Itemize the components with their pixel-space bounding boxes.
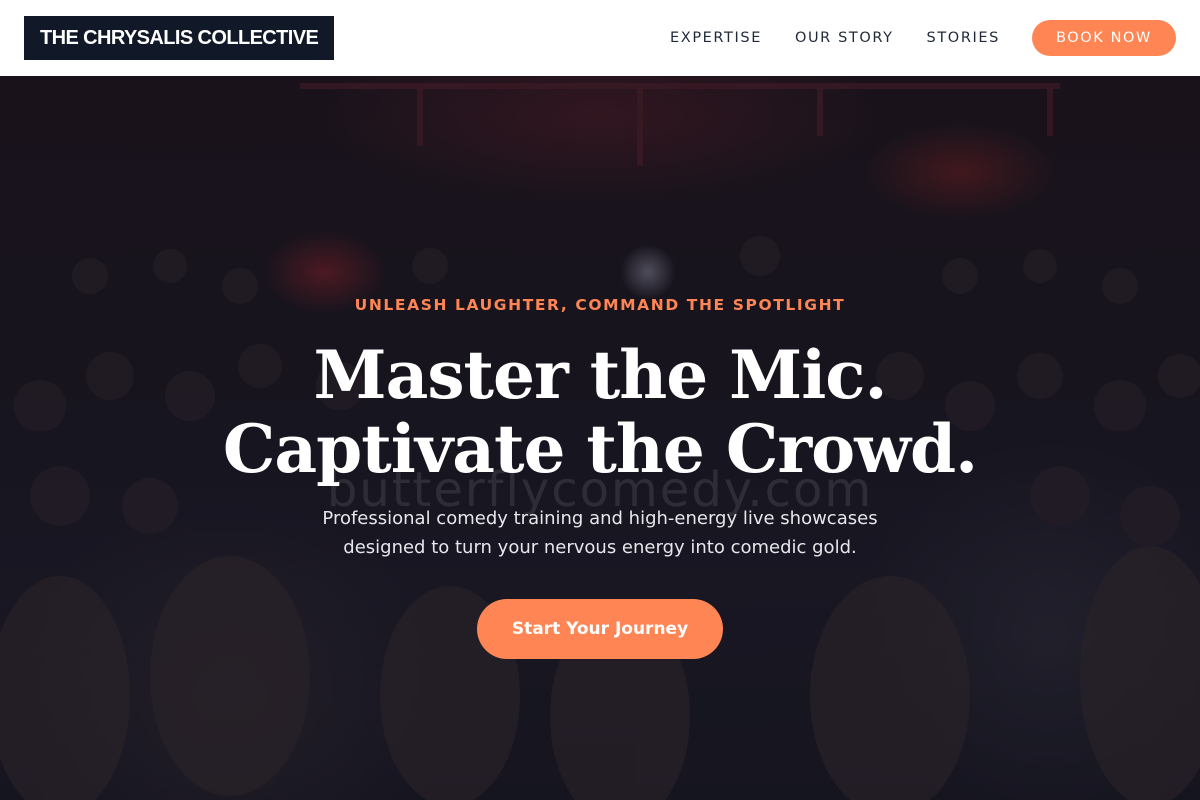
start-journey-button[interactable]: Start Your Journey — [477, 599, 723, 659]
nav-link-stories[interactable]: STORIES — [927, 30, 1000, 46]
hero-headline-line-1: Master the Mic. — [313, 336, 888, 414]
hero-subtitle: Professional comedy training and high-en… — [300, 504, 900, 562]
main-nav: EXPERTISE OUR STORY STORIES — [670, 30, 1000, 46]
site-logo[interactable]: THE CHRYSALIS COLLECTIVE — [24, 16, 335, 60]
hero-subtitle-line-2: designed to turn your nervous energy int… — [343, 537, 857, 558]
hero-subtitle-line-1: Professional comedy training and high-en… — [322, 508, 878, 529]
hero-section: butterflycomedy.com UNLEASH LAUGHTER, CO… — [0, 76, 1200, 800]
site-header: THE CHRYSALIS COLLECTIVE EXPERTISE OUR S… — [0, 0, 1200, 76]
hero-eyebrow: UNLEASH LAUGHTER, COMMAND THE SPOTLIGHT — [354, 296, 846, 314]
hero-headline: Master the Mic. Captivate the Crowd. — [0, 338, 1200, 486]
nav-link-expertise[interactable]: EXPERTISE — [670, 30, 762, 46]
nav-link-our-story[interactable]: OUR STORY — [795, 30, 894, 46]
hero-headline-line-2: Captivate the Crowd. — [222, 410, 978, 488]
book-now-button[interactable]: BOOK NOW — [1031, 20, 1176, 56]
